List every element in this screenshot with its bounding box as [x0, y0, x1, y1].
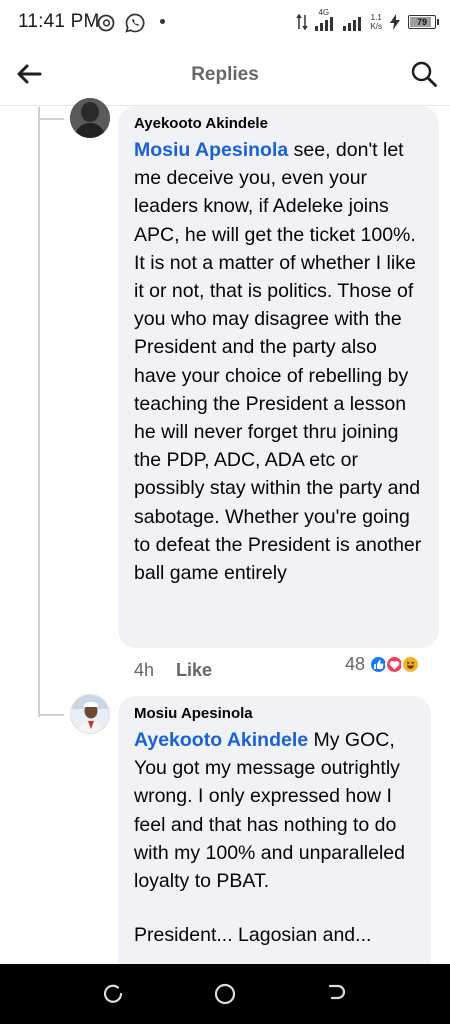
comment-text: Mosiu Apesinola see, don't let me deceiv…	[134, 136, 423, 587]
haha-reaction-icon	[401, 655, 421, 674]
comment-body: My GOC, You got my message outrightly wr…	[134, 729, 406, 893]
comment-text: Ayekooto Akindele My GOC, You got my mes…	[134, 726, 415, 895]
comment-body: see, don't let me deceive you, even your…	[134, 139, 422, 585]
status-bar: 11:41 PM 4G 1.1 K/s 79	[0, 0, 450, 44]
back-nav-icon	[328, 984, 346, 1000]
thread-line	[38, 107, 40, 717]
mention-link[interactable]: Ayekooto Akindele	[134, 729, 308, 751]
network-speed: 1.1 K/s	[370, 13, 382, 31]
thread-branch-2	[38, 714, 64, 716]
signal-bars-icon	[343, 17, 362, 31]
whatsapp-icon	[125, 13, 145, 33]
mention-link[interactable]: Mosiu Apesinola	[134, 139, 288, 161]
speed-value: 1.1	[370, 13, 382, 22]
thread-branch-1	[38, 118, 64, 120]
dot-indicator	[160, 19, 165, 24]
threads-app-icon	[97, 14, 115, 32]
status-right-group: 4G 1.1 K/s 79	[296, 8, 439, 32]
search-button[interactable]	[410, 60, 438, 88]
speed-unit: K/s	[370, 22, 382, 31]
comment-time: 4h	[134, 660, 155, 680]
page-title: Replies	[191, 64, 259, 85]
home-button[interactable]	[213, 982, 237, 1006]
comment-author[interactable]: Ayekooto Akindele	[134, 114, 423, 134]
comment-meta: 4h Like	[134, 660, 212, 681]
recent-apps-button[interactable]	[102, 982, 126, 1006]
comment-bubble: Mosiu Apesinola Ayekooto Akindele My GOC…	[118, 696, 431, 986]
status-time: 11:41 PM	[18, 11, 100, 32]
comment-text-partial: President... Lagosian and...	[134, 924, 372, 947]
charging-icon	[390, 14, 400, 30]
search-icon	[411, 61, 437, 87]
signal-4g-icon: 4G	[314, 8, 336, 32]
replies-header: Replies	[0, 44, 450, 106]
home-circle-icon	[214, 983, 236, 1005]
battery-level: 79	[416, 17, 427, 27]
battery-icon: 79	[408, 15, 439, 29]
like-button[interactable]: Like	[176, 660, 212, 681]
comment-bubble: Ayekooto Akindele Mosiu Apesinola see, d…	[118, 106, 439, 648]
avatar-mosiu[interactable]	[70, 694, 110, 734]
reaction-count: 48	[345, 654, 366, 674]
comment-author[interactable]: Mosiu Apesinola	[134, 704, 415, 724]
data-transfer-icon	[296, 13, 309, 31]
recent-apps-icon	[103, 984, 123, 1003]
system-nav-bar	[0, 964, 450, 1024]
back-nav-button[interactable]	[324, 982, 348, 1006]
reaction-summary[interactable]: 48	[345, 654, 421, 675]
avatar-ayekooto[interactable]	[70, 98, 110, 138]
